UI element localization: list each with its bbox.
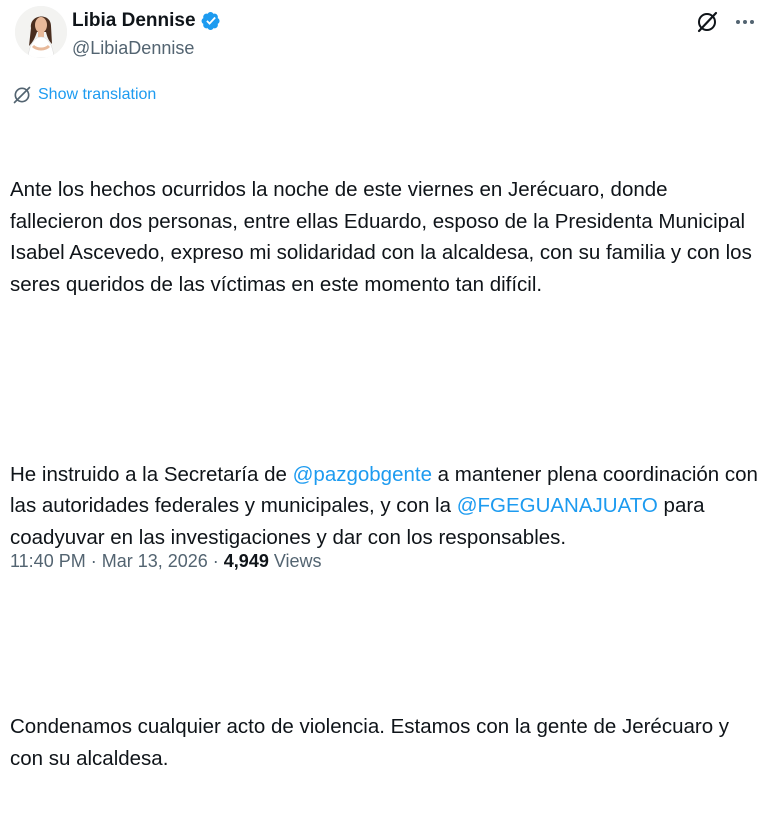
display-name-row: Libia Dennise — [72, 8, 221, 34]
mention-link-pazgobgente[interactable]: @pazgobgente — [293, 463, 432, 486]
tweet-date[interactable]: Mar 13, 2026 — [102, 551, 208, 572]
translate-icon — [12, 85, 32, 105]
tweet-header: Libia Dennise @LibiaDennise — [12, 6, 757, 66]
verified-badge-icon[interactable] — [201, 11, 221, 31]
tweet: Libia Dennise @LibiaDennise Show transla… — [0, 0, 765, 770]
tweet-paragraph-1: Ante los hechos ocurridos la noche de es… — [10, 178, 758, 296]
tweet-paragraph-3: Condenamos cualquier acto de violencia. … — [10, 715, 735, 770]
tweet-paragraph-2: He instruido a la Secretaría de @pazgobg… — [10, 459, 758, 554]
display-name[interactable]: Libia Dennise — [72, 10, 196, 32]
header-actions — [695, 10, 757, 34]
tweet-meta: 11:40 PM · Mar 13, 2026 · 4,949 Views — [10, 549, 322, 573]
mention-link-fgeguanajuato[interactable]: @FGEGUANAJUATO — [457, 494, 658, 517]
views-count: 4,949 — [223, 550, 269, 571]
author-handle[interactable]: @LibiaDennise — [72, 38, 221, 59]
grok-icon[interactable] — [695, 10, 719, 34]
show-translation-link[interactable]: Show translation — [38, 86, 156, 104]
tweet-text-segment: He instruido a la Secretaría de — [10, 462, 293, 486]
meta-separator: · — [212, 550, 219, 571]
views-label: Views — [273, 550, 322, 571]
tweet-time[interactable]: 11:40 PM — [10, 551, 86, 572]
more-icon[interactable] — [733, 10, 757, 34]
tweet-text: Ante los hechos ocurridos la noche de es… — [10, 111, 758, 838]
author-info: Libia Dennise @LibiaDennise — [72, 8, 221, 59]
meta-separator: · — [90, 550, 97, 571]
show-translation-row[interactable]: Show translation — [12, 84, 156, 106]
avatar[interactable] — [15, 6, 67, 58]
